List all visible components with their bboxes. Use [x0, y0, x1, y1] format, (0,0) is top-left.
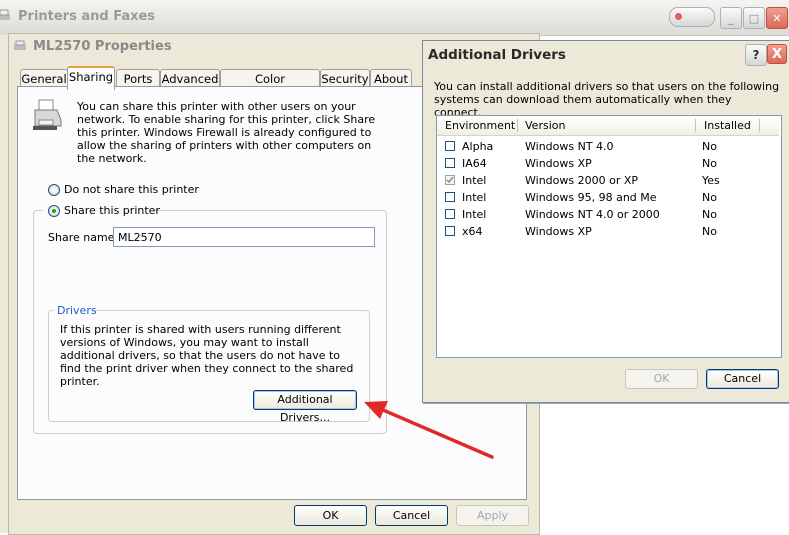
share-name-label: Share name:: [48, 231, 119, 244]
radio-share[interactable]: [48, 205, 60, 217]
driver-environment: Intel: [462, 174, 487, 187]
printers-faxes-title: Printers and Faxes: [18, 9, 156, 24]
driver-version: Windows XP: [525, 225, 592, 238]
driver-checkbox[interactable]: [445, 141, 455, 151]
driver-environment: Intel: [462, 191, 487, 204]
share-name-input[interactable]: ML2570: [113, 227, 375, 247]
help-button[interactable]: ?: [745, 44, 767, 66]
ok-button[interactable]: OK: [625, 369, 698, 389]
ok-button[interactable]: OK: [294, 505, 367, 526]
driver-version: Windows 95, 98 and Me: [525, 191, 657, 204]
driver-version: Windows NT 4.0 or 2000: [525, 208, 660, 221]
radio-not-share-label: Do not share this printer: [64, 183, 199, 196]
driver-environment: x64: [462, 225, 483, 238]
red-arrow-annotation: [364, 401, 494, 459]
cancel-button[interactable]: Cancel: [375, 505, 448, 526]
list-item[interactable]: Intel Windows 2000 or XP Yes: [437, 172, 779, 189]
drivers-list[interactable]: Environment Version Installed Alpha Wind…: [436, 115, 782, 358]
printer-icon: [0, 9, 10, 20]
driver-checkbox[interactable]: [445, 226, 455, 236]
list-item[interactable]: Intel Windows 95, 98 and Me No: [437, 189, 779, 206]
driver-checkbox[interactable]: [445, 158, 455, 168]
driver-installed: No: [702, 225, 717, 238]
shared-printer-icon: [33, 99, 62, 130]
explorer-content-area: [538, 401, 789, 533]
radio-not-share[interactable]: [48, 184, 60, 196]
driver-environment: Alpha: [462, 140, 494, 153]
driver-checkbox[interactable]: [445, 209, 455, 219]
column-divider[interactable]: [517, 119, 518, 132]
column-header-installed[interactable]: Installed: [704, 116, 751, 135]
drivers-description: If this printer is shared with users run…: [60, 323, 354, 388]
column-divider[interactable]: [759, 119, 760, 132]
driver-installed: No: [702, 140, 717, 153]
checkmark-icon: [446, 176, 454, 184]
drivers-group-label: Drivers: [57, 304, 97, 317]
list-item[interactable]: x64 Windows XP No: [437, 223, 779, 240]
sharing-intro-text: You can share this printer with other us…: [77, 100, 376, 165]
driver-version: Windows XP: [525, 157, 592, 170]
driver-version: Windows 2000 or XP: [525, 174, 639, 187]
window-pill-control[interactable]: [669, 7, 715, 27]
driver-environment: Intel: [462, 208, 487, 221]
driver-checkbox[interactable]: [445, 192, 455, 202]
additional-drivers-dialog: Additional Drivers ? X You can install a…: [422, 40, 789, 403]
dialog-title: ML2570 Properties: [33, 39, 172, 54]
column-divider[interactable]: [695, 119, 696, 132]
record-dot: [675, 13, 682, 20]
list-item[interactable]: IA64 Windows XP No: [437, 155, 779, 172]
column-header-version[interactable]: Version: [525, 116, 565, 135]
minimize-button[interactable]: _: [720, 7, 742, 29]
driver-installed: No: [702, 208, 717, 221]
close-button[interactable]: X: [767, 44, 787, 64]
drivers-dialog-description: You can install additional drivers so th…: [434, 80, 780, 119]
driver-checkbox-checked[interactable]: [445, 175, 455, 185]
list-item[interactable]: Intel Windows NT 4.0 or 2000 No: [437, 206, 779, 223]
additional-drivers-button[interactable]: Additional Drivers...: [253, 390, 357, 424]
apply-button[interactable]: Apply: [456, 505, 529, 526]
tab-sharing[interactable]: Sharing: [67, 66, 115, 90]
radio-selected-dot: [52, 209, 56, 213]
cancel-button[interactable]: Cancel: [706, 369, 779, 389]
list-item[interactable]: Alpha Windows NT 4.0 No: [437, 138, 779, 155]
driver-version: Windows NT 4.0: [525, 140, 614, 153]
driver-environment: IA64: [462, 157, 487, 170]
driver-installed: No: [702, 191, 717, 204]
printer-icon: [14, 40, 26, 50]
driver-installed: Yes: [702, 174, 720, 187]
maximize-button[interactable]: □: [743, 7, 765, 29]
close-button[interactable]: ✕: [766, 7, 788, 29]
column-header-environment[interactable]: Environment: [445, 116, 515, 135]
driver-installed: No: [702, 157, 717, 170]
dialog-title: Additional Drivers: [428, 47, 566, 63]
radio-share-label: Share this printer: [64, 204, 160, 217]
